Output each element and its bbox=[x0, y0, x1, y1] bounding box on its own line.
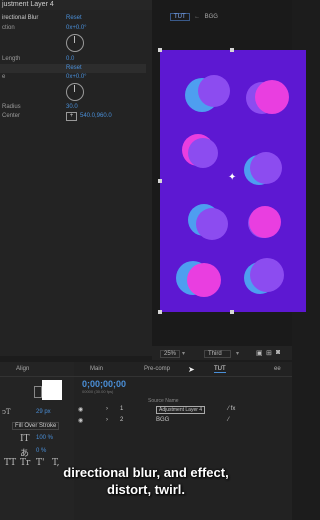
viewer-tab-tut[interactable]: TUT bbox=[170, 13, 190, 21]
angle-value[interactable]: 0x+0.0° bbox=[66, 74, 87, 80]
transform-handle[interactable] bbox=[158, 179, 162, 183]
chevron-down-icon[interactable]: ▾ bbox=[236, 350, 239, 357]
direction-value[interactable]: 0x+0.0° bbox=[66, 25, 87, 31]
tab-align[interactable]: Align bbox=[16, 366, 29, 372]
length-value[interactable]: 0.0 bbox=[66, 56, 74, 62]
dot-violet bbox=[198, 75, 230, 107]
chevron-down-icon[interactable]: ▾ bbox=[182, 350, 185, 357]
subtitle-line-2: distort, twirl. bbox=[107, 482, 185, 497]
region-icon[interactable]: ▣ bbox=[256, 349, 263, 357]
center-label: Center bbox=[2, 113, 21, 119]
viewer-breadcrumb: TUT ← BGG bbox=[170, 5, 218, 23]
transform-handle[interactable] bbox=[230, 48, 234, 52]
font-size-value[interactable]: 29 px bbox=[36, 409, 51, 415]
tab-main[interactable]: Main bbox=[90, 366, 103, 372]
layer-name-bgg[interactable]: BGG bbox=[156, 417, 169, 423]
scale-value[interactable]: 100 % bbox=[36, 435, 53, 441]
dot-violet bbox=[250, 152, 282, 184]
layer-number: 1 bbox=[120, 406, 124, 412]
eyedropper-icon[interactable] bbox=[34, 386, 42, 398]
direction-label: ction bbox=[2, 25, 15, 31]
subtitle-line-1: directional blur, and effect, bbox=[63, 465, 229, 480]
eye-icon[interactable]: ◉ bbox=[78, 417, 83, 424]
dot-violet bbox=[196, 208, 228, 240]
divider bbox=[74, 376, 292, 377]
length-label: Length bbox=[2, 56, 21, 62]
viewer-toolbar: 25% ▾ Third ▾ ▣ ⊞ ◙ bbox=[152, 346, 292, 360]
dot-pink bbox=[249, 206, 281, 238]
center-value[interactable]: 540.0,960.0 bbox=[80, 113, 112, 119]
direction-dial[interactable] bbox=[66, 34, 84, 52]
camera-icon[interactable]: ◙ bbox=[276, 349, 280, 356]
timecode-fps: 00000 (30.00 fps) bbox=[82, 389, 114, 394]
effect-name: irectional Blur bbox=[2, 15, 39, 21]
tab-ee[interactable]: ee bbox=[274, 366, 281, 372]
effect-controls-header: justment Layer 4 bbox=[0, 0, 152, 10]
tsume-value[interactable]: 0 % bbox=[36, 448, 46, 454]
radius-value[interactable]: 30.0 bbox=[66, 104, 78, 110]
font-size-icon: ↄT bbox=[2, 408, 11, 416]
transform-handle[interactable] bbox=[158, 310, 162, 314]
viewer-tab-bgg[interactable]: BGG bbox=[205, 14, 218, 20]
timecode[interactable]: 0;00;00;00 bbox=[82, 379, 126, 389]
cursor-icon: ➤ bbox=[188, 365, 195, 374]
radius-label: Radius bbox=[2, 104, 21, 110]
transform-handle[interactable] bbox=[230, 310, 234, 314]
layer-number: 2 bbox=[120, 417, 124, 423]
dot-pink bbox=[255, 80, 289, 114]
transform-handle[interactable] bbox=[158, 48, 162, 52]
fill-over-stroke-select[interactable]: Fill Over Stroke bbox=[12, 422, 60, 430]
tab-tut[interactable]: TUT bbox=[214, 366, 226, 373]
dot-pink bbox=[187, 263, 221, 297]
zoom-select[interactable]: 25% bbox=[160, 350, 181, 358]
layer-title: justment Layer 4 bbox=[2, 1, 54, 8]
video-subtitle: directional blur, and effect, distort, t… bbox=[0, 464, 292, 498]
layer-name-adjustment[interactable]: Adjustment Layer 4 bbox=[156, 406, 206, 414]
grid-icon[interactable]: ⊞ bbox=[266, 349, 272, 357]
angle-label: e bbox=[2, 74, 6, 80]
angle-dial[interactable] bbox=[66, 83, 84, 101]
dot-violet bbox=[188, 138, 218, 168]
effect-controls-panel: justment Layer 4 irectional Blur Reset c… bbox=[0, 0, 152, 356]
eye-icon[interactable]: ◉ bbox=[78, 406, 83, 413]
source-name-header: Source Name bbox=[148, 398, 179, 404]
crosshair-icon[interactable]: + bbox=[66, 112, 77, 121]
twirl-reset-link[interactable]: Reset bbox=[66, 65, 82, 71]
composition-canvas[interactable]: ✦ bbox=[160, 50, 306, 312]
effect-reset-link[interactable]: Reset bbox=[66, 15, 82, 21]
vertical-scale-icon: IT bbox=[20, 434, 30, 444]
dot-violet bbox=[250, 258, 284, 292]
quality-switch-icon[interactable]: ⁄ bbox=[228, 417, 229, 423]
tab-pre-comp[interactable]: Pre-comp bbox=[144, 366, 170, 372]
divider bbox=[0, 376, 74, 377]
fill-color-swatch[interactable] bbox=[42, 380, 62, 400]
expand-arrow-icon[interactable]: › bbox=[106, 417, 108, 423]
fx-switch-icon[interactable]: ⁄ fx bbox=[228, 406, 235, 412]
anchor-point-icon[interactable]: ✦ bbox=[228, 173, 236, 183]
resolution-select[interactable]: Third bbox=[204, 350, 231, 358]
expand-arrow-icon[interactable]: › bbox=[106, 406, 108, 412]
